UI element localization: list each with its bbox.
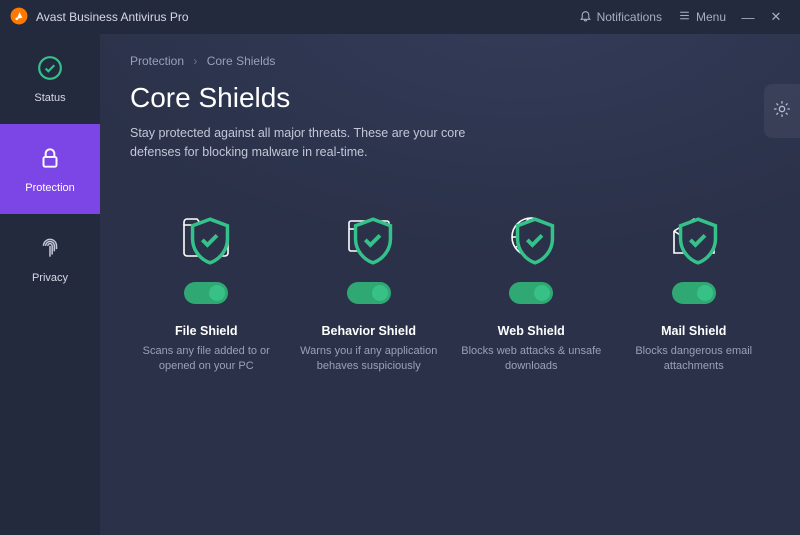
breadcrumb-current: Core Shields [207, 54, 276, 68]
shield-desc: Blocks dangerous email attachments [618, 344, 771, 375]
settings-button[interactable] [764, 84, 800, 138]
bell-icon [579, 9, 592, 25]
status-check-icon [37, 55, 63, 84]
menu-label: Menu [696, 10, 726, 24]
sidebar-item-label: Privacy [32, 272, 68, 284]
shield-mail: Mail Shield Blocks dangerous email attac… [618, 212, 771, 375]
toggle-web-shield[interactable] [509, 282, 553, 304]
gear-icon [772, 99, 792, 124]
sidebar-item-label: Protection [25, 182, 75, 194]
shield-title: Behavior Shield [293, 324, 446, 338]
lock-icon [37, 145, 63, 174]
sidebar-item-protection[interactable]: Protection [0, 124, 100, 214]
shield-desc: Scans any file added to or opened on you… [130, 344, 283, 375]
avast-logo-icon [10, 7, 28, 28]
toggle-mail-shield[interactable] [672, 282, 716, 304]
shield-check-icon [184, 217, 236, 270]
notifications-label: Notifications [597, 10, 662, 24]
shield-title: Web Shield [455, 324, 608, 338]
minimize-button[interactable]: ― [734, 10, 762, 25]
shield-file: File Shield Scans any file added to or o… [130, 212, 283, 375]
toggle-file-shield[interactable] [184, 282, 228, 304]
titlebar: Avast Business Antivirus Pro Notificatio… [0, 0, 800, 34]
shields-row: File Shield Scans any file added to or o… [130, 212, 770, 375]
shield-behavior: Behavior Shield Warns you if any applica… [293, 212, 446, 375]
sidebar-item-status[interactable]: Status [0, 34, 100, 124]
notifications-button[interactable]: Notifications [571, 5, 670, 29]
toggle-behavior-shield[interactable] [347, 282, 391, 304]
app-brand: Avast Business Antivirus Pro [10, 7, 189, 28]
main-content: Protection › Core Shields Core Shields S… [100, 34, 800, 535]
shield-title: File Shield [130, 324, 283, 338]
shield-web: Web Shield Blocks web attacks & unsafe d… [455, 212, 608, 375]
fingerprint-icon [37, 235, 63, 264]
page-title: Core Shields [130, 82, 770, 114]
sidebar-item-label: Status [34, 92, 65, 104]
breadcrumb: Protection › Core Shields [130, 54, 770, 68]
shield-check-icon [509, 217, 561, 270]
shield-desc: Blocks web attacks & unsafe downloads [455, 344, 608, 375]
shield-title: Mail Shield [618, 324, 771, 338]
shield-check-icon [672, 217, 724, 270]
shield-desc: Warns you if any application behaves sus… [293, 344, 446, 375]
sidebar-item-privacy[interactable]: Privacy [0, 214, 100, 304]
menu-button[interactable]: Menu [670, 5, 734, 29]
chevron-right-icon: › [193, 54, 197, 68]
breadcrumb-root[interactable]: Protection [130, 54, 184, 68]
page-subtitle: Stay protected against all major threats… [130, 124, 510, 162]
hamburger-icon [678, 9, 691, 25]
sidebar: Status Protection Privacy [0, 34, 100, 535]
shield-check-icon [347, 217, 399, 270]
minimize-icon: ― [742, 10, 755, 25]
close-icon: ✕ [771, 9, 782, 24]
app-title: Avast Business Antivirus Pro [36, 10, 189, 24]
close-button[interactable]: ✕ [762, 9, 790, 25]
